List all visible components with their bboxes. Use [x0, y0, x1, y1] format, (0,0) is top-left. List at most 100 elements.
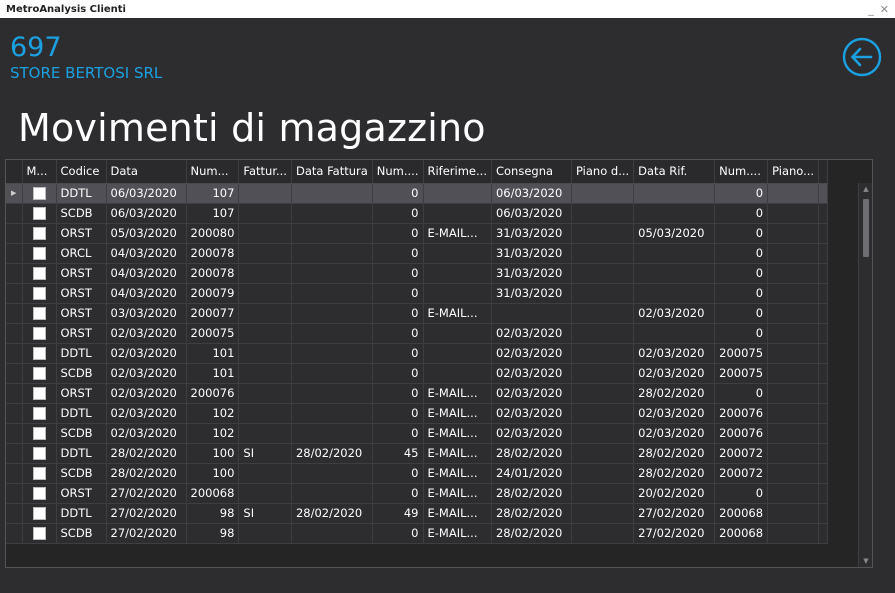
- row-checkbox[interactable]: [32, 247, 46, 260]
- row-checkbox[interactable]: [32, 227, 46, 240]
- row-indicator[interactable]: [6, 363, 23, 384]
- row-checkbox[interactable]: [32, 527, 46, 540]
- row-indicator[interactable]: [6, 443, 23, 464]
- table-row[interactable]: SCDB 27/02/2020 98 0 E-MAIL... 28/02/2020 27/0…: [6, 523, 829, 544]
- cell-filler: [818, 523, 829, 544]
- row-checkbox[interactable]: [32, 307, 46, 320]
- cell-riferimento: E-MAIL...: [423, 223, 492, 244]
- cell-piano: [571, 423, 635, 444]
- row-checkbox[interactable]: [32, 347, 46, 360]
- row-checkbox[interactable]: [32, 467, 46, 480]
- table-row[interactable]: ▶ DDTL 06/03/2020 107 0 06/03/2020 0: [6, 183, 829, 204]
- row-indicator[interactable]: [6, 483, 23, 504]
- row-indicator[interactable]: [6, 403, 23, 424]
- cell-data: 06/03/2020: [106, 183, 187, 204]
- row-indicator[interactable]: [6, 323, 23, 344]
- table-row[interactable]: DDTL 27/02/2020 98 SI 28/02/2020 49 E-MAIL... 2…: [6, 503, 829, 524]
- table-row[interactable]: DDTL 02/03/2020 101 0 02/03/2020 02/03/2020 20…: [6, 343, 829, 364]
- cell-data: 06/03/2020: [106, 203, 187, 224]
- movements-grid: M... Codice Data Num... Fattur... Data Fattur…: [5, 159, 873, 568]
- cell-piano2: [767, 523, 820, 544]
- row-checkbox[interactable]: [32, 287, 46, 300]
- row-checkbox[interactable]: [32, 507, 46, 520]
- row-checkbox[interactable]: [32, 327, 46, 340]
- cell-codice: DDTL: [56, 183, 107, 204]
- cell-fattura: [238, 523, 292, 544]
- cell-num2: 0: [372, 483, 424, 504]
- row-checkbox-cell: [22, 403, 57, 424]
- row-checkbox[interactable]: [32, 367, 46, 380]
- row-checkbox[interactable]: [32, 207, 46, 220]
- row-checkbox[interactable]: [32, 187, 46, 200]
- row-indicator[interactable]: [6, 343, 23, 364]
- column-header[interactable]: M...: [22, 160, 57, 184]
- scroll-up-icon[interactable]: ▲: [859, 183, 872, 195]
- row-indicator[interactable]: [6, 243, 23, 264]
- table-row[interactable]: DDTL 28/02/2020 100 SI 28/02/2020 45 E-MAIL...…: [6, 443, 829, 464]
- table-row[interactable]: ORST 27/02/2020 200068 0 E-MAIL... 28/02/2020…: [6, 483, 829, 504]
- table-row[interactable]: ORST 04/03/2020 200079 0 31/03/2020 0: [6, 283, 829, 304]
- row-indicator[interactable]: [6, 283, 23, 304]
- back-button[interactable]: [842, 37, 882, 77]
- row-indicator[interactable]: [6, 523, 23, 544]
- store-code: 697: [10, 32, 62, 63]
- cell-piano2: [767, 343, 820, 364]
- vertical-scrollbar[interactable]: ▲ ▼: [858, 183, 872, 567]
- column-header[interactable]: Data: [106, 160, 187, 184]
- row-indicator[interactable]: [6, 383, 23, 404]
- column-header[interactable]: Fattur...: [238, 160, 292, 184]
- table-row[interactable]: ORST 02/03/2020 200075 0 02/03/2020 0: [6, 323, 829, 344]
- row-checkbox[interactable]: [32, 407, 46, 420]
- table-row[interactable]: SCDB 02/03/2020 101 0 02/03/2020 02/03/2020 20…: [6, 363, 829, 384]
- row-checkbox-cell: [22, 203, 57, 224]
- row-checkbox[interactable]: [32, 387, 46, 400]
- cell-piano: [571, 263, 635, 284]
- column-header[interactable]: Num....: [372, 160, 424, 184]
- cell-data-fattura: [291, 523, 373, 544]
- scroll-down-icon[interactable]: ▼: [859, 555, 872, 567]
- cell-codice: ORST: [56, 283, 107, 304]
- row-checkbox[interactable]: [32, 267, 46, 280]
- table-row[interactable]: SCDB 06/03/2020 107 0 06/03/2020 0: [6, 203, 829, 224]
- scrollbar-thumb[interactable]: [863, 199, 869, 257]
- table-row[interactable]: DDTL 02/03/2020 102 0 E-MAIL... 02/03/2020 02/…: [6, 403, 829, 424]
- column-header[interactable]: Data Fattura: [291, 160, 373, 184]
- cell-data-rif: 05/03/2020: [633, 223, 716, 244]
- row-indicator[interactable]: [6, 263, 23, 284]
- table-row[interactable]: ORST 05/03/2020 200080 0 E-MAIL... 31/03/2020…: [6, 223, 829, 244]
- column-header[interactable]: Piano d...: [571, 160, 635, 184]
- table-row[interactable]: ORST 03/03/2020 200077 0 E-MAIL... 02/03/2020…: [6, 303, 829, 324]
- minimize-icon[interactable]: _: [868, 3, 874, 16]
- row-checkbox[interactable]: [32, 487, 46, 500]
- row-checkbox[interactable]: [32, 427, 46, 440]
- table-row[interactable]: SCDB 02/03/2020 102 0 E-MAIL... 02/03/2020 02/…: [6, 423, 829, 444]
- table-row[interactable]: ORCL 04/03/2020 200078 0 31/03/2020 0: [6, 243, 829, 264]
- cell-filler: [818, 343, 829, 364]
- cell-data-rif: [633, 243, 716, 264]
- row-checkbox-cell: [22, 223, 57, 244]
- cell-consegna: 31/03/2020: [491, 243, 572, 264]
- column-header[interactable]: Consegna: [491, 160, 572, 184]
- row-indicator[interactable]: [6, 463, 23, 484]
- column-header[interactable]: Riferime...: [423, 160, 492, 184]
- row-indicator[interactable]: [6, 503, 23, 524]
- table-row[interactable]: SCDB 28/02/2020 100 0 E-MAIL... 24/01/2020 28/…: [6, 463, 829, 484]
- cell-num2: 0: [372, 283, 424, 304]
- cell-consegna: 02/03/2020: [491, 323, 572, 344]
- row-indicator[interactable]: ▶: [6, 183, 23, 204]
- column-header[interactable]: Num....: [714, 160, 769, 184]
- column-header[interactable]: Codice: [56, 160, 107, 184]
- row-indicator[interactable]: [6, 203, 23, 224]
- close-icon[interactable]: ✕: [880, 3, 889, 16]
- column-header[interactable]: Num...: [186, 160, 240, 184]
- row-checkbox[interactable]: [32, 447, 46, 460]
- cell-data-fattura: [291, 283, 373, 304]
- column-header[interactable]: Data Rif.: [633, 160, 716, 184]
- column-header[interactable]: Piano...: [767, 160, 820, 184]
- row-indicator[interactable]: [6, 223, 23, 244]
- row-indicator[interactable]: [6, 423, 23, 444]
- cell-data-fattura: [291, 263, 373, 284]
- table-row[interactable]: ORST 02/03/2020 200076 0 E-MAIL... 02/03/2020…: [6, 383, 829, 404]
- row-indicator[interactable]: [6, 303, 23, 324]
- table-row[interactable]: ORST 04/03/2020 200078 0 31/03/2020 0: [6, 263, 829, 284]
